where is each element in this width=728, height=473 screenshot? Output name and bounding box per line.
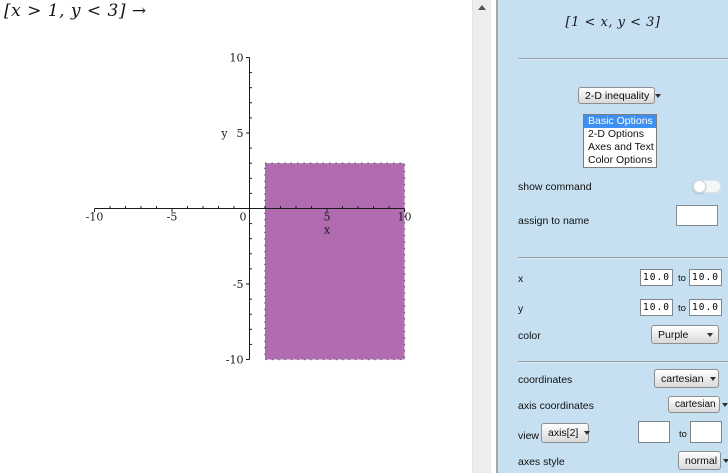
show-command-toggle[interactable] [693,180,721,193]
chevron-down-icon [707,332,713,337]
chevron-down-icon [709,376,716,381]
list-item-2d-options[interactable]: 2-D Options [584,128,656,141]
view-axis-dropdown[interactable]: axis[2] [541,423,591,443]
worksheet-scrollbar[interactable] [472,0,491,473]
context-panel: [1 < x, y < 3] 2-D inequality Basic Opti… [498,0,728,473]
color-label: color [518,330,541,342]
svg-text:10: 10 [230,52,244,65]
x-from-input[interactable] [640,269,673,286]
svg-text:y: y [220,127,228,140]
options-listbox[interactable]: Basic Options 2-D Options Axes and Text … [583,114,657,168]
axis-coordinates-label: axis coordinates [518,400,594,412]
coordinates-value: cartesian [661,372,704,385]
coordinates-label: coordinates [518,374,573,386]
show-command-label: show command [518,181,592,193]
axis-coordinates-dropdown[interactable]: cartesian [668,396,728,413]
x-to-word: to [678,273,686,284]
plot-type-dropdown[interactable]: 2-D inequality [578,87,662,104]
coordinates-dropdown[interactable]: cartesian [654,369,719,388]
svg-text:0: 0 [240,211,247,224]
chevron-down-icon [655,93,662,98]
separator [518,257,728,259]
svg-text:x: x [324,224,331,237]
svg-text:-10: -10 [226,354,244,367]
view-to-word: to [679,429,687,440]
panel-expression: [1 < x, y < 3] [565,15,661,30]
chevron-down-icon [584,431,591,435]
view-label: view [518,430,540,442]
assign-to-name-input[interactable] [676,205,718,226]
y-from-input[interactable] [640,299,673,316]
list-item-color-options[interactable]: Color Options [584,154,656,167]
view-axis-value: axis[2] [548,427,579,439]
y-to-word: to [678,303,686,314]
inequality-plot[interactable]: -10 -5 0 5 10 -10 -5 5 10 x y [0,0,472,473]
plot-type-value: 2-D inequality [585,89,650,102]
worksheet-area: [x > 1, y < 3] → -10 -5 0 5 10 -10 -5 5 10 x y [0,0,472,473]
list-item-axes-and-text[interactable]: Axes and Text [584,141,656,154]
svg-text:-5: -5 [233,278,244,291]
view-from-input[interactable] [638,421,670,443]
view-to-input[interactable] [690,421,722,443]
axis-coordinates-value: cartesian [675,399,716,410]
color-value: Purple [658,328,689,341]
svg-text:10: 10 [398,211,412,224]
list-item-basic-options[interactable]: Basic Options [584,115,656,128]
y-to-input[interactable] [689,299,722,316]
y-range-label: y [518,303,524,315]
axes-style-label: axes style [518,456,565,468]
scroll-up-button[interactable] [473,0,491,14]
axes-style-dropdown[interactable]: normal [678,451,728,470]
chevron-down-icon [721,402,728,407]
scroll-up-icon [478,4,486,10]
svg-text:5: 5 [237,127,244,140]
svg-text:5: 5 [324,211,331,224]
x-to-input[interactable] [689,269,722,286]
toggle-knob [693,180,706,193]
assign-to-name-label: assign to name [518,215,590,227]
axes-style-value: normal [685,454,718,467]
separator [518,361,728,363]
chevron-down-icon [723,458,728,463]
color-dropdown[interactable]: Purple [651,325,719,344]
svg-text:-5: -5 [167,211,178,224]
separator [518,58,728,60]
svg-text:-10: -10 [86,211,104,224]
x-range-label: x [518,273,524,285]
